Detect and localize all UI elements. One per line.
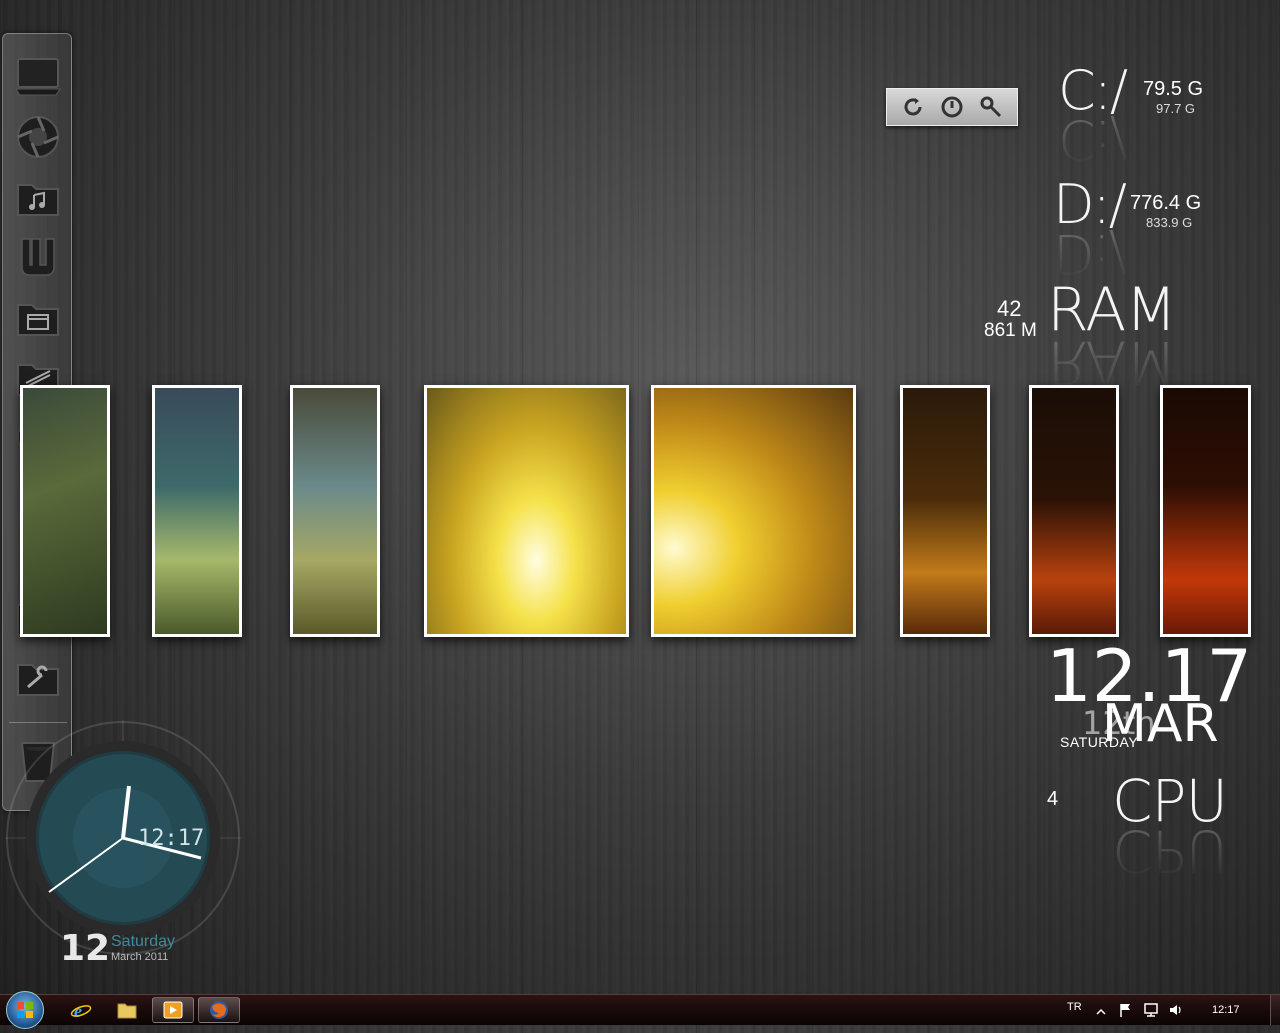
restart-button[interactable] [898, 92, 928, 122]
wallpaper-photo-7 [1029, 385, 1119, 637]
wallpaper-photo-4 [424, 385, 629, 637]
analog-clock-weekday: Saturday [111, 933, 176, 950]
taskbar-clock[interactable]: 12:17 [1212, 1004, 1240, 1016]
volume-button[interactable] [1168, 1002, 1184, 1023]
drive-d-free: 776.4 G [1130, 192, 1202, 214]
music-folder-icon[interactable] [11, 170, 65, 224]
computer-icon[interactable] [11, 50, 65, 104]
big-clock-month: MAR [1102, 694, 1219, 754]
wallpaper-photo-1 [20, 385, 110, 637]
tray-expand-button[interactable] [1096, 1004, 1106, 1022]
show-desktop-button[interactable] [1270, 995, 1280, 1025]
taskbar: e TR 12:17 [0, 991, 1280, 1029]
analog-clock [5, 720, 241, 956]
windows-logo-icon [17, 1002, 33, 1018]
analog-clock-time: 12:17 [138, 826, 205, 851]
drive-c-total: 97.7 G [1156, 101, 1196, 116]
drive-d-reflection: D:/ [1053, 222, 1125, 285]
ram-reflection: RAM [1047, 327, 1177, 397]
aperture-icon[interactable] [11, 110, 65, 164]
network-button[interactable] [1143, 1002, 1159, 1023]
cpu-percent: 4 [1047, 788, 1059, 810]
analog-clock-month-year: March 2011 [111, 951, 169, 963]
wallpaper-photo-6 [900, 385, 990, 637]
language-indicator[interactable]: TR [1067, 1001, 1082, 1013]
folder-icon [117, 1003, 137, 1019]
ram-percent: 42 [997, 296, 1022, 321]
wallpaper-photo-8 [1160, 385, 1251, 637]
speaker-icon [1170, 1005, 1181, 1015]
drive-c-reflection: C:/ [1058, 108, 1127, 171]
flag-icon [1120, 1004, 1130, 1017]
drive-c-letter: C:/ [1058, 59, 1128, 122]
network-icon [1144, 1003, 1158, 1017]
start-button[interactable] [6, 991, 44, 1029]
lock-button[interactable] [976, 92, 1006, 122]
svg-text:e: e [74, 1001, 82, 1021]
power-button[interactable] [937, 92, 967, 122]
restart-icon [904, 98, 922, 116]
drive-d-total: 833.9 G [1146, 215, 1193, 230]
ram-label: RAM [1047, 275, 1177, 345]
analog-clock-day: 12 [60, 928, 111, 969]
taskbar-explorer-button[interactable] [106, 997, 148, 1023]
tools-folder-icon[interactable] [11, 650, 65, 704]
drive-c-free: 79.5 G [1143, 78, 1204, 100]
drive-d-letter: D:/ [1053, 173, 1127, 236]
wallpaper-photo-2 [152, 385, 242, 637]
chevron-up-icon [1096, 1008, 1106, 1015]
key-icon [980, 96, 1002, 118]
action-center-button[interactable] [1118, 1002, 1134, 1023]
power-icon [941, 96, 963, 118]
wallpaper-photo-5 [651, 385, 856, 637]
power-controls [886, 88, 1018, 126]
taskbar-media-player-button[interactable] [152, 997, 194, 1023]
taskbar-ie-button[interactable]: e [60, 997, 102, 1023]
window-folder-icon[interactable] [11, 290, 65, 344]
cpu-reflection: CPU [1112, 817, 1227, 885]
internet-explorer-icon: e [70, 1001, 92, 1021]
firefox-icon [210, 1001, 228, 1019]
utorrent-icon[interactable] [11, 230, 65, 284]
wallpaper-photo-3 [290, 385, 380, 637]
ram-used: 861 M [984, 320, 1037, 341]
media-player-icon [163, 1001, 183, 1019]
taskbar-firefox-button[interactable] [198, 997, 240, 1023]
